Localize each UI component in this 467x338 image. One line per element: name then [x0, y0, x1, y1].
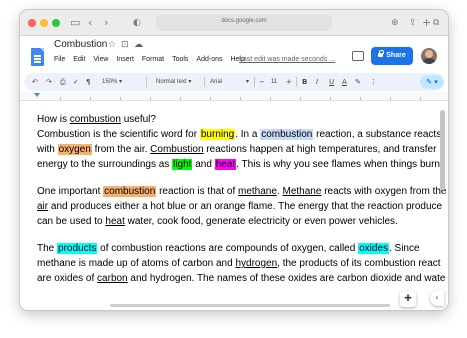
doc-line: are oxides of carbon and hydrogen. The n…: [37, 273, 446, 284]
font-value: Arial: [210, 79, 223, 85]
docs-header: Combustion ☆ ⊡ ☁ File Edit View Insert F…: [20, 36, 448, 73]
lock-icon: [378, 50, 385, 57]
menu-bar: File Edit View Insert Format Tools Add-o…: [54, 54, 245, 66]
undo-icon[interactable]: ↶: [32, 76, 38, 88]
menu-add-ons[interactable]: Add-ons: [196, 54, 222, 66]
browser-window: ▭ ‹ › ◐ docs.google.com ⊕ ⇪ + ⧉ Combusti…: [20, 10, 448, 310]
forward-icon[interactable]: ›: [104, 16, 108, 30]
italic-button[interactable]: I: [316, 76, 318, 88]
font-size-field[interactable]: 11: [271, 76, 277, 88]
sidebar-icon[interactable]: ▭: [70, 16, 80, 30]
more-options-icon[interactable]: ⋮: [370, 76, 377, 88]
new-tab-icon[interactable]: +: [422, 16, 431, 30]
decrease-font-size-button[interactable]: −: [259, 76, 265, 88]
cloud-status-icon[interactable]: ☁: [134, 39, 143, 51]
tabs-icon[interactable]: ⧉: [433, 16, 439, 30]
share-label: Share: [386, 52, 406, 59]
paint-format-icon[interactable]: ¶: [86, 76, 90, 88]
doc-line: One important combustion reaction is tha…: [37, 186, 447, 197]
last-edit-link[interactable]: Last edit was made seconds ...: [239, 54, 335, 66]
menu-edit[interactable]: Edit: [73, 54, 85, 66]
indent-marker-icon[interactable]: [34, 93, 40, 97]
style-value: Normal text: [156, 79, 187, 85]
close-window-button[interactable]: [28, 19, 36, 27]
redo-icon[interactable]: ↷: [46, 76, 52, 88]
menu-format[interactable]: Format: [142, 54, 164, 66]
explore-icon[interactable]: ✚: [400, 291, 416, 307]
editing-mode-button[interactable]: ✎ ▾: [420, 75, 444, 89]
menu-tools[interactable]: Tools: [172, 54, 188, 66]
download-icon[interactable]: ⊕: [391, 16, 399, 30]
doc-line: can be used to heat water, cook food, ge…: [37, 216, 398, 227]
ruler: [20, 92, 448, 101]
avatar[interactable]: [421, 48, 437, 64]
zoom-select[interactable]: 150% ▾: [102, 76, 122, 88]
shield-icon[interactable]: ◐: [133, 16, 141, 30]
doc-line: methane is made up of atoms of carbon an…: [37, 258, 441, 269]
doc-line: with oxygen from the air. Combustion rea…: [37, 144, 437, 155]
menu-view[interactable]: View: [93, 54, 108, 66]
document-page[interactable]: How is combustion useful? Combustion is …: [20, 102, 448, 310]
document-text[interactable]: How is combustion useful? Combustion is …: [37, 112, 448, 286]
url-text: docs.google.com: [221, 18, 267, 24]
browser-title-bar: ▭ ‹ › ◐ docs.google.com ⊕ ⇪ + ⧉: [20, 10, 448, 36]
font-select[interactable]: Arial: [210, 76, 222, 88]
document-title[interactable]: Combustion: [54, 39, 107, 50]
zoom-value: 150%: [102, 79, 118, 85]
comment-history-icon[interactable]: [352, 51, 364, 61]
side-panel-toggle-icon[interactable]: ‹: [430, 290, 444, 306]
address-bar[interactable]: docs.google.com: [156, 15, 332, 31]
share-icon[interactable]: ⇪: [409, 16, 417, 30]
menu-file[interactable]: File: [54, 54, 65, 66]
doc-line: Combustion is the scientific word for bu…: [37, 129, 442, 140]
spellcheck-icon[interactable]: ✓: [73, 76, 79, 88]
docs-logo-icon[interactable]: [31, 48, 44, 66]
style-select[interactable]: Normal text ▾: [156, 76, 191, 88]
print-icon[interactable]: ⎙: [60, 76, 66, 88]
underline-button[interactable]: U: [329, 76, 334, 88]
horizontal-scrollbar[interactable]: [110, 304, 390, 307]
text-color-button[interactable]: A: [342, 76, 347, 88]
doc-line: The products of combustion reactions are…: [37, 243, 420, 254]
doc-line: How is combustion useful?: [37, 114, 156, 125]
bold-button[interactable]: B: [302, 76, 307, 88]
formatting-toolbar: ↶ ↷ ⎙ ✓ ¶ 150% ▾ Normal text ▾ Arial ▾ −…: [24, 73, 444, 91]
vertical-scrollbar[interactable]: [440, 110, 445, 190]
star-icon[interactable]: ☆: [108, 39, 116, 51]
back-icon[interactable]: ‹: [88, 16, 92, 30]
menu-insert[interactable]: Insert: [116, 54, 134, 66]
move-folder-icon[interactable]: ⊡: [121, 39, 129, 51]
increase-font-size-button[interactable]: +: [286, 76, 292, 88]
doc-line: air and produces either a hot blue or an…: [37, 201, 443, 212]
highlight-color-icon[interactable]: ✎: [355, 76, 361, 88]
minimize-window-button[interactable]: [40, 19, 48, 27]
maximize-window-button[interactable]: [52, 19, 60, 27]
font-dropdown-icon[interactable]: ▾: [246, 76, 249, 88]
share-button[interactable]: Share: [371, 47, 413, 65]
doc-line: energy to the surroundings as light and …: [37, 159, 443, 170]
